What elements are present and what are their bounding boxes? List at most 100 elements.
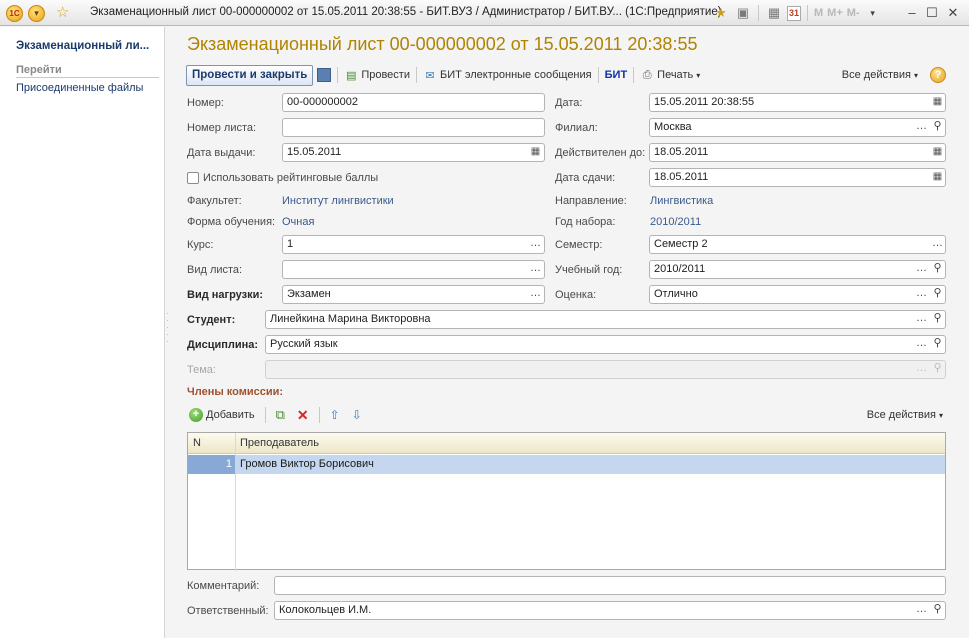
open-search-icon[interactable]: ⚲ [930,261,945,278]
select-ellipsis-button[interactable]: … [528,286,543,303]
semester-field[interactable]: Семестр 2 [649,235,946,254]
table-header: N Преподаватель [188,433,945,454]
bit-messages-button[interactable]: ✉ БИТ электронные сообщения [419,65,596,85]
chevron-down-icon: ▾ [696,70,701,80]
message-icon: ✉ [425,69,435,82]
save-icon [317,68,332,82]
main-menu-icon[interactable]: ▾ [28,5,45,22]
select-ellipsis-button[interactable]: … [528,236,543,253]
table-row[interactable]: 1 Громов Виктор Борисович [188,455,945,474]
valid-until-label: Действителен до: [555,147,646,159]
select-ellipsis-button[interactable]: … [914,602,929,619]
bit-logo-icon: БИТ [604,69,628,81]
open-search-icon[interactable]: ⚲ [930,119,945,136]
calculator-icon[interactable]: ▦ [765,4,783,22]
responsible-label: Ответственный: [187,605,269,617]
all-actions-menu[interactable]: Все действия ▾ [838,65,922,85]
course-label: Курс: [187,239,214,251]
select-ellipsis-button[interactable]: … [914,261,929,278]
window-titlebar: 1С ▾ ☆ Экзаменационный лист 00-000000002… [0,0,969,26]
add-row-button[interactable]: + Добавить [187,405,259,425]
valid-until-field[interactable]: 18.05.2011 [649,143,946,162]
calendar-icon[interactable]: ▦ [930,169,945,186]
move-up-button[interactable]: ⇧ [326,405,344,425]
printer-icon: ⎙ [642,68,652,81]
select-ellipsis-button: … [916,362,927,374]
memory-minus-button[interactable]: M- [847,7,860,19]
commission-all-actions-menu[interactable]: Все действия ▾ [863,405,947,425]
faculty-value-link[interactable]: Институт лингвистики [282,195,394,207]
copy-icon: ⧉ [275,407,285,422]
post-button-label: Провести [361,69,410,81]
calendar-icon[interactable]: ▦ [528,144,543,161]
branch-field[interactable]: Москва [649,118,946,137]
academic-year-field[interactable]: 2010/2011 [649,260,946,279]
delete-icon: ✕ [296,406,309,423]
student-field[interactable]: Линейкина Марина Викторовна [265,310,946,329]
delete-row-button[interactable]: ✕ [293,405,313,425]
open-search-icon[interactable]: ⚲ [930,286,945,303]
save-button[interactable] [313,65,335,85]
select-ellipsis-button[interactable]: … [914,311,929,328]
form-toolbar: Провести и закрыть ▤ Провести ✉ БИТ элек… [186,64,946,86]
issue-date-field[interactable]: 15.05.2011 [282,143,545,162]
bit-button[interactable]: БИТ [601,65,632,85]
responsible-field[interactable]: Колокольцев И.М. [274,601,946,620]
memory-plus-button[interactable]: M+ [827,7,843,19]
print-button[interactable]: ⎙ Печать ▾ [636,65,704,85]
teacher-cell: Громов Виктор Борисович [240,458,374,470]
direction-label: Направление: [555,195,627,207]
column-header-n[interactable]: N [193,437,201,449]
grade-field[interactable]: Отлично [649,285,946,304]
comment-field[interactable] [274,576,946,595]
memory-m-button[interactable]: M [814,7,823,19]
issue-date-label: Дата выдачи: [187,147,256,159]
link-icon[interactable]: ▣ [734,4,752,22]
course-field[interactable]: 1 [282,235,545,254]
number-field[interactable]: 00-000000002 [282,93,545,112]
enroll-year-value-link[interactable]: 2010/2011 [650,216,701,228]
open-search-icon[interactable]: ⚲ [930,311,945,328]
academic-year-label: Учебный год: [555,264,623,276]
load-type-field[interactable]: Экзамен [282,285,545,304]
app-logo-icon[interactable]: 1С [6,5,23,22]
close-button[interactable]: ✕ [944,4,962,22]
date-field[interactable]: 15.05.2011 20:38:55 [649,93,946,112]
load-type-label: Вид нагрузки: [187,289,264,301]
minimize-button[interactable]: – [903,4,921,22]
add-favorite-icon[interactable]: ★ [712,4,730,22]
use-rating-checkbox[interactable] [187,172,199,184]
discipline-field[interactable]: Русский язык [265,335,946,354]
calendar-icon[interactable]: ▦ [930,94,945,111]
copy-row-button[interactable]: ⧉ [272,405,289,425]
open-search-icon[interactable]: ⚲ [930,336,945,353]
select-ellipsis-button[interactable]: … [914,119,929,136]
calendar-icon[interactable]: 31 [787,5,801,21]
select-ellipsis-button[interactable]: … [914,286,929,303]
chevron-down-icon[interactable]: ▾ [864,4,882,22]
sheet-type-field[interactable] [282,260,545,279]
topic-field [265,360,946,379]
maximize-button[interactable]: ☐ [923,4,941,22]
open-search-icon[interactable]: ⚲ [930,602,945,619]
commission-table[interactable]: N Преподаватель 1 Громов Виктор Борисови… [187,432,946,571]
help-icon[interactable]: ? [930,67,946,83]
post-button[interactable]: ▤ Провести [340,65,414,85]
study-form-value-link[interactable]: Очная [282,216,314,228]
enroll-year-label: Год набора: [555,216,616,228]
post-and-close-button[interactable]: Провести и закрыть [186,64,314,86]
select-ellipsis-button[interactable]: … [528,261,543,278]
direction-value-link[interactable]: Лингвистика [650,195,713,207]
select-ellipsis-button[interactable]: … [914,336,929,353]
number-label: Номер: [187,97,224,109]
semester-label: Семестр: [555,239,603,251]
discipline-label: Дисциплина: [187,339,259,351]
calendar-icon[interactable]: ▦ [930,144,945,161]
nav-link-attached-files[interactable]: Присоединенные файлы [16,82,143,94]
column-header-teacher[interactable]: Преподаватель [240,437,319,449]
select-ellipsis-button[interactable]: … [930,236,945,253]
favorite-star-icon[interactable]: ☆ [56,3,69,21]
submit-date-field[interactable]: 18.05.2011 [649,168,946,187]
move-down-button[interactable]: ⇩ [348,405,366,425]
sheet-number-field[interactable] [282,118,545,137]
